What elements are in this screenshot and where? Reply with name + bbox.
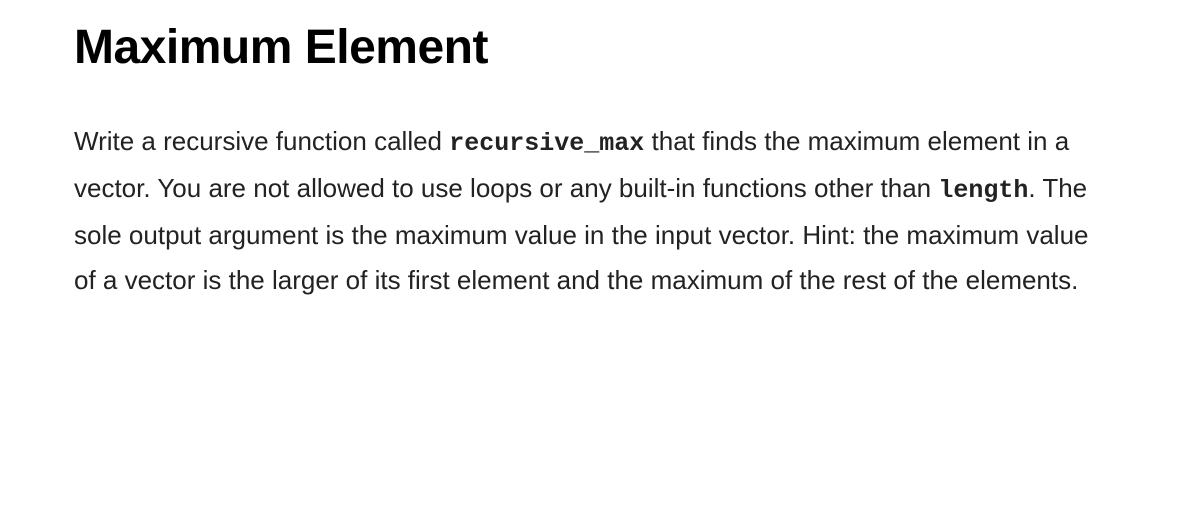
page-title: Maximum Element <box>74 20 1110 75</box>
code-recursive-max: recursive_max <box>449 129 644 158</box>
code-length: length <box>938 176 1028 205</box>
problem-description: Write a recursive function called recurs… <box>74 119 1110 304</box>
description-text-1: Write a recursive function called <box>74 126 449 156</box>
